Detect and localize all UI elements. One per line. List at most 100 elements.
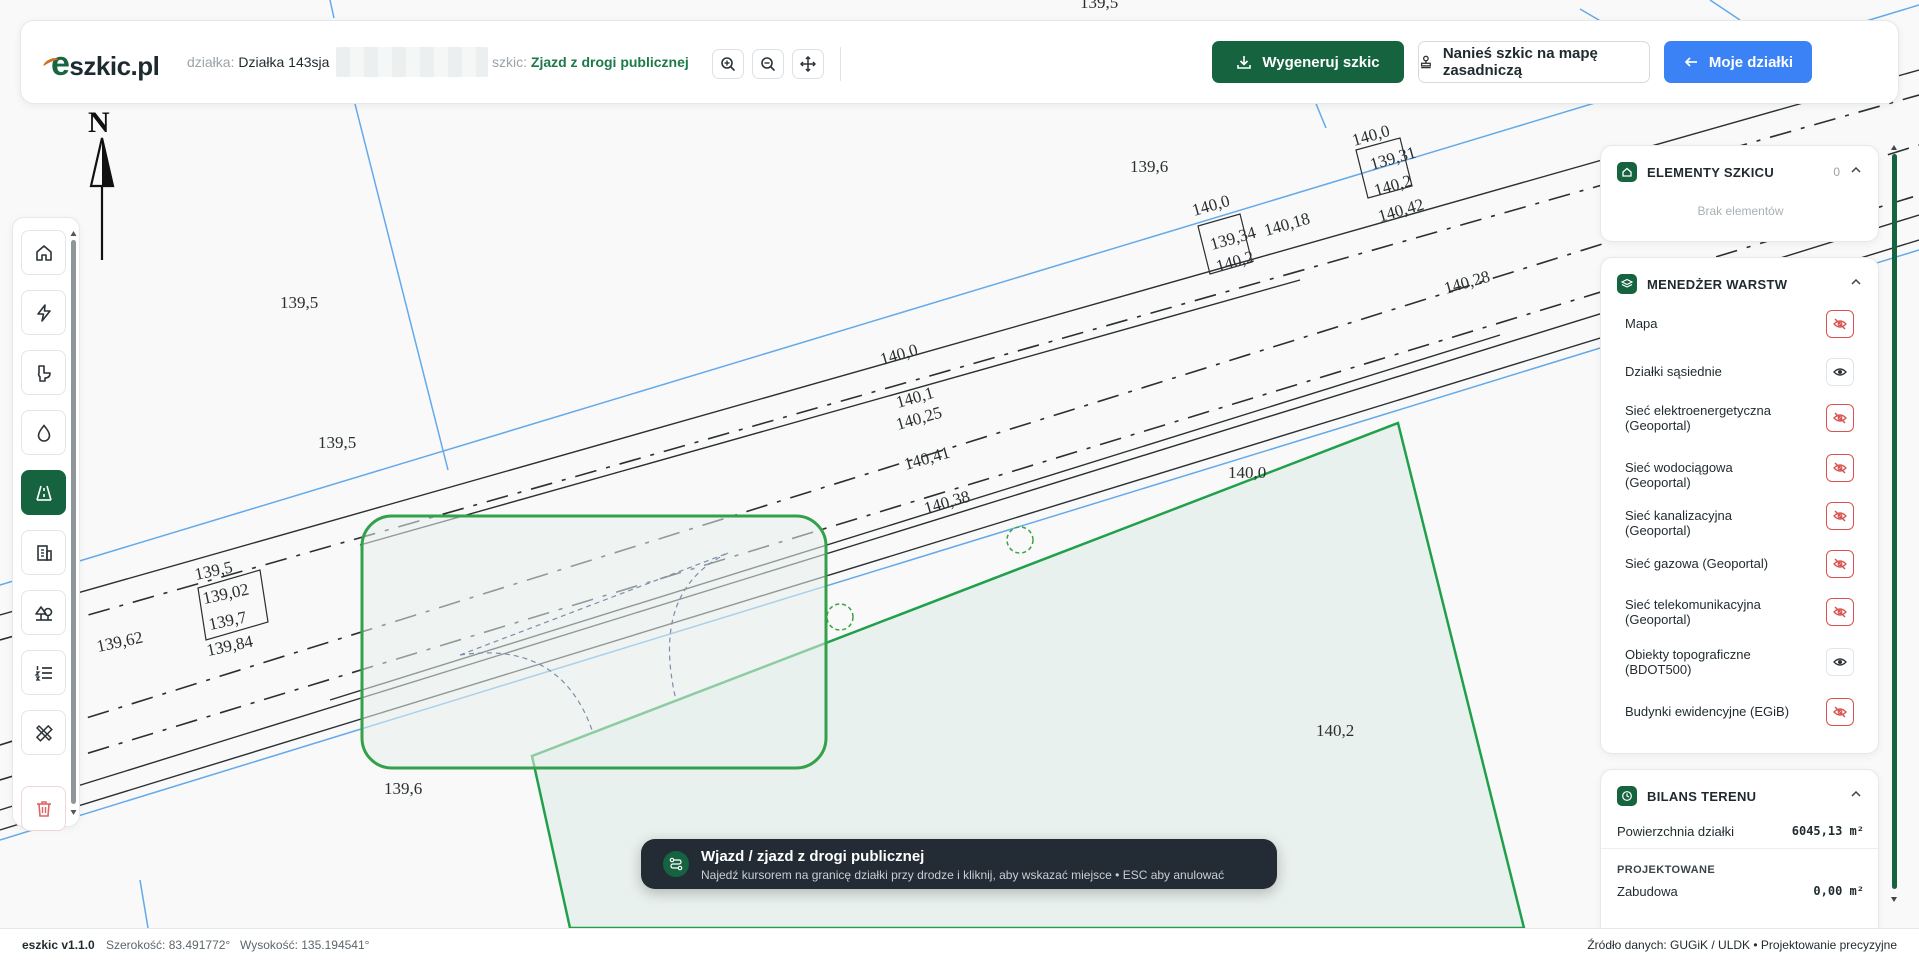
layer-visible-toggle[interactable] — [1826, 358, 1854, 386]
redacted-plot-id — [336, 47, 488, 77]
driveway-zone[interactable] — [360, 514, 828, 770]
building-icon — [36, 544, 52, 561]
land-balance-title: BILANS TERENU — [1647, 788, 1757, 804]
building-area-label: Zabudowa — [1617, 884, 1678, 899]
measure-tool-button[interactable] — [21, 710, 66, 755]
elevation-label: 139,62 — [95, 628, 145, 656]
marker-circle — [1006, 526, 1034, 554]
scroll-down-icon — [1891, 897, 1897, 902]
toilet-tool-button[interactable] — [21, 350, 66, 395]
generate-sketch-button[interactable]: Wygeneruj szkic — [1212, 41, 1404, 83]
land-balance-header[interactable]: BILANS TERENU — [1617, 786, 1756, 806]
eye-off-icon — [1833, 318, 1847, 330]
apply-to-map-label: Nanieś szkic na mapę zasadniczą — [1442, 45, 1598, 79]
chevron-up-icon[interactable] — [1850, 164, 1862, 176]
eye-off-icon — [1833, 462, 1847, 474]
elevation-label: 139,5 — [193, 557, 234, 584]
sketch-elements-title: ELEMENTY SZKICU — [1647, 164, 1775, 180]
north-arrow-icon — [89, 137, 115, 260]
status-bar: eszkic v1.1.0 Szerokość: 83.491772° Wyso… — [0, 928, 1919, 960]
left-toolbar — [12, 217, 80, 831]
layer-hidden-toggle[interactable] — [1826, 502, 1854, 530]
greenery-tool-button[interactable] — [21, 590, 66, 635]
zoom-out-button[interactable] — [752, 49, 784, 79]
scrollbar-thumb[interactable] — [1892, 154, 1897, 889]
zoom-in-button[interactable] — [712, 49, 744, 79]
plot-info: działka: Działka 143sja — [187, 54, 329, 70]
route-icon — [663, 851, 689, 877]
app-version: eszkic v1.1.0 — [22, 938, 95, 952]
layer-hidden-toggle[interactable] — [1826, 598, 1854, 626]
layer-hidden-toggle[interactable] — [1826, 698, 1854, 726]
elevation-label: 139,84 — [205, 632, 255, 660]
layer-manager-card: MENEDŻER WARSTW Mapa Działki sąsiednie Sie… — [1600, 257, 1879, 754]
app-logo[interactable]: eszkic.pl — [42, 45, 160, 84]
pan-button[interactable] — [792, 49, 824, 79]
projected-heading: PROJEKTOWANE — [1617, 864, 1716, 876]
ruler-pencil-icon — [35, 724, 53, 742]
plot-area-value: 6045,13 m² — [1791, 824, 1864, 838]
layer-label: Budynki ewidencyjne (EGiB) — [1625, 704, 1790, 719]
my-plots-label: Moje działki — [1708, 53, 1794, 71]
layer-hidden-toggle[interactable] — [1826, 404, 1854, 432]
sketch-info: szkic: Zjazd z drogi publicznej — [492, 54, 689, 70]
eye-off-icon — [1833, 558, 1847, 570]
home-icon — [1617, 162, 1637, 182]
chevron-up-icon[interactable] — [1850, 788, 1862, 800]
eye-off-icon — [1833, 706, 1847, 718]
elevation-label: 139,6 — [384, 779, 422, 798]
layer-hidden-toggle[interactable] — [1826, 454, 1854, 482]
home-icon — [35, 244, 52, 261]
stamp-icon — [1420, 55, 1431, 69]
elevation-label: 140,0 — [1190, 191, 1232, 220]
divider — [1601, 848, 1880, 849]
my-plots-button[interactable]: Moje działki — [1664, 41, 1812, 83]
elevation-label: 140,42 — [1376, 195, 1426, 226]
list-tool-button[interactable] — [21, 650, 66, 695]
eye-off-icon — [1833, 510, 1847, 522]
trash-icon — [36, 800, 51, 817]
toolbar-divider — [840, 47, 841, 81]
delete-tool-button[interactable] — [21, 786, 66, 831]
layer-hidden-toggle[interactable] — [1826, 310, 1854, 338]
empty-state-text: Brak elementów — [1697, 204, 1784, 218]
elevation-label: 139,5 — [1080, 0, 1118, 12]
elevation-label: 139,5 — [280, 293, 318, 312]
chevron-up-icon[interactable] — [1850, 276, 1862, 288]
elevation-label: 139,6 — [1130, 157, 1168, 176]
layer-label: Sieć wodociągowa (Geoportal) — [1625, 460, 1733, 490]
arrow-left-icon — [1684, 57, 1697, 67]
numbered-list-icon — [33, 665, 52, 681]
layer-manager-header[interactable]: MENEDŻER WARSTW — [1617, 274, 1787, 294]
road-access-tool-button[interactable] — [21, 470, 66, 515]
zoom-in-icon — [721, 57, 736, 72]
water-tool-button[interactable] — [21, 410, 66, 455]
scroll-up-icon — [1891, 145, 1897, 150]
plot-area-row: Powierzchnia działki 6045,13 m² — [1617, 824, 1864, 839]
generate-sketch-label: Wygeneruj szkic — [1262, 53, 1380, 71]
plot-area-label: Powierzchnia działki — [1617, 824, 1735, 839]
layer-label: Sieć elektroenergetyczna (Geoportal) — [1625, 403, 1771, 433]
top-bar: eszkic.pl działka: Działka 143sja szkic:… — [20, 20, 1899, 104]
move-icon — [800, 56, 816, 72]
scrollbar-thumb[interactable] — [71, 240, 76, 804]
elevation-label: 140,41 — [902, 443, 952, 474]
layer-label: Mapa — [1625, 316, 1658, 331]
marker-circle — [826, 603, 854, 631]
elevation-label: 140,18 — [1262, 209, 1312, 240]
scroll-down-icon — [70, 810, 77, 815]
panel-scrollbar[interactable] — [1891, 144, 1897, 904]
sketch-elements-header[interactable]: ELEMENTY SZKICU — [1617, 162, 1774, 182]
plot-label: działka: — [187, 54, 235, 70]
layer-visible-toggle[interactable] — [1826, 648, 1854, 676]
layer-hidden-toggle[interactable] — [1826, 550, 1854, 578]
apply-to-map-button[interactable]: Nanieś szkic na mapę zasadniczą — [1418, 41, 1650, 83]
home-tool-button[interactable] — [21, 230, 66, 275]
layer-label: Sieć telekomunikacyjna (Geoportal) — [1625, 597, 1761, 627]
electric-tool-button[interactable] — [21, 290, 66, 335]
toolbar-scrollbar[interactable] — [70, 230, 77, 816]
lightning-icon — [36, 303, 51, 322]
toast-title: Wjazd / zjazd z drogi publicznej — [701, 848, 925, 865]
road-icon — [35, 485, 52, 501]
building-tool-button[interactable] — [21, 530, 66, 575]
